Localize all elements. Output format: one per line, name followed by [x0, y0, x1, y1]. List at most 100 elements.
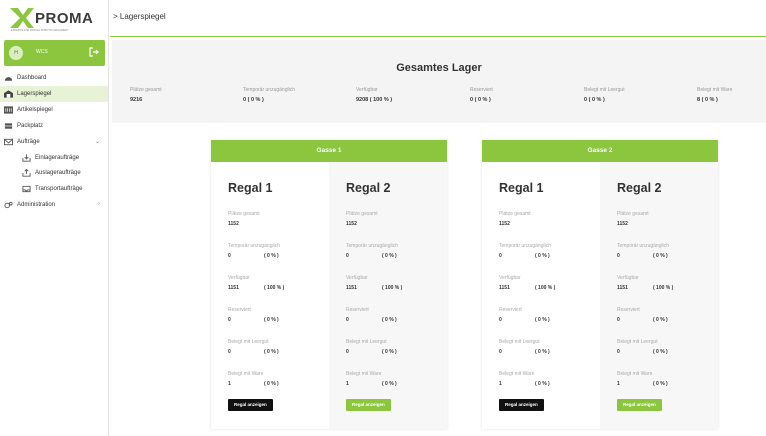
field-value: 1 [228, 381, 231, 387]
user-name: WCS [36, 49, 48, 55]
field-value: 0 [499, 317, 502, 323]
field-percent: ( 0 % ) [382, 253, 397, 259]
field-percent: ( 100 % ) [382, 285, 403, 291]
field-value: 1152 [346, 221, 357, 227]
field-values: 1 ( 0 % ) [617, 381, 718, 387]
breadcrumb[interactable]: > Lagerspiegel [113, 12, 166, 21]
summary-title: Gesamtes Lager [396, 62, 482, 74]
field-label: Verfügbar [499, 275, 521, 281]
logout-icon[interactable] [89, 47, 99, 57]
field-values: 0 ( 0 % ) [499, 253, 600, 259]
sidebar-item-label: Packplatz [17, 123, 44, 129]
field-label: Belegt mit Leergut [228, 339, 269, 345]
field-values: 1 ( 0 % ) [346, 381, 447, 387]
field-value: 1 [346, 381, 349, 387]
regal-column: Regal 2 Plätze gesamt 1152 Temporär unzugän… [600, 162, 718, 429]
sidebar-item-label: Auslageraufträge [35, 170, 81, 177]
regal-field: Plätze gesamt 1152 [228, 211, 329, 227]
field-values: 1 ( 0 % ) [499, 381, 600, 387]
show-regal-button[interactable]: Regal anzeigen [617, 399, 662, 411]
field-label: Belegt mit Leergut [617, 339, 658, 345]
regal-title: Regal 2 [617, 181, 662, 195]
field-values: 0 ( 0 % ) [617, 349, 718, 355]
field-values: 1151 ( 100 % ) [346, 285, 447, 291]
tray-icon [22, 185, 31, 193]
field-value: 1152 [499, 221, 510, 227]
box-icon [4, 122, 13, 130]
regal-column: Regal 2 Plätze gesamt 1152 Temporär unzugän… [329, 162, 447, 429]
gasse-body: Regal 1 Plätze gesamt 1152 Temporär unzugän… [482, 162, 718, 429]
field-label: Belegt mit Ware [346, 371, 382, 377]
show-regal-button[interactable]: Regal anzeigen [499, 399, 544, 411]
regal-field: Temporär unzugänglich 0 ( 0 % ) [228, 243, 329, 259]
sidebar-item-label: Artikelspiegel [17, 107, 53, 113]
regal-field: Plätze gesamt 1152 [499, 211, 600, 227]
field-values: 1152 [617, 221, 718, 227]
dashboard-icon [4, 74, 13, 82]
summary-stat: Belegt mit Ware 8 ( 0 % ) [697, 87, 732, 103]
field-percent: ( 100 % ) [264, 285, 285, 291]
field-percent: ( 0 % ) [653, 349, 668, 355]
stat-value: 0 ( 0 % ) [243, 97, 264, 103]
field-value: 0 [346, 253, 349, 259]
field-value: 0 [499, 253, 502, 259]
sidebar-item-transportaufträge[interactable]: Transportaufträge [0, 181, 108, 197]
regal-field: Belegt mit Ware 1 ( 0 % ) [499, 371, 600, 387]
chevron-right-icon[interactable]: › [98, 201, 100, 207]
field-value: 1152 [617, 221, 628, 227]
show-regal-button[interactable]: Regal anzeigen [228, 399, 273, 411]
sidebar-item-lagerspiegel[interactable]: Lagerspiegel [0, 86, 108, 102]
chevron-down-icon[interactable]: ⌄ [95, 138, 100, 145]
inbox-in-icon [22, 154, 31, 162]
field-values: 1 ( 0 % ) [228, 381, 329, 387]
sidebar-item-aufträge[interactable]: Aufträge ⌄ [0, 134, 108, 150]
field-percent: ( 0 % ) [653, 381, 668, 387]
sidebar-item-einlageraufträge[interactable]: Einlageraufträge [0, 150, 108, 166]
sidebar-item-administration[interactable]: Administration › [0, 197, 108, 213]
field-values: 1152 [228, 221, 329, 227]
gears-icon [4, 201, 13, 209]
xproma-logo[interactable]: PROMA EXPERTS FOR PARCEL ROBOTIC MACHINE… [8, 6, 102, 32]
field-label: Reserviert [499, 307, 522, 313]
regal-column: Regal 1 Plätze gesamt 1152 Temporär unzugän… [482, 162, 600, 429]
gasse-header: Gasse 1 [211, 140, 447, 162]
field-label: Temporär unzugänglich [228, 243, 280, 249]
stat-label: Belegt mit Ware [697, 87, 733, 93]
field-values: 0 ( 0 % ) [228, 349, 329, 355]
field-label: Plätze gesamt [228, 211, 260, 217]
sidebar-item-label: Transportaufträge [35, 185, 83, 192]
regal-field: Belegt mit Ware 1 ( 0 % ) [228, 371, 329, 387]
field-values: 0 ( 0 % ) [617, 253, 718, 259]
avatar[interactable]: H [9, 46, 23, 60]
field-values: 0 ( 0 % ) [228, 253, 329, 259]
field-value: 1 [499, 381, 502, 387]
stat-value: 9216 [130, 97, 143, 103]
sidebar-nav: Dashboard Lagerspiegel Artikelspiegel Packp… [0, 70, 108, 213]
field-percent: ( 0 % ) [264, 349, 279, 355]
regal-title: Regal 1 [228, 181, 273, 195]
stat-label: Plätze gesamt [130, 87, 162, 93]
field-label: Belegt mit Leergut [346, 339, 387, 345]
gasse-card: Gasse 1 Regal 1 Plätze gesamt 1152 Temporär … [211, 140, 447, 429]
field-label: Belegt mit Ware [499, 371, 535, 377]
sidebar-item-artikelspiegel[interactable]: Artikelspiegel [0, 102, 108, 118]
gasse-header: Gasse 2 [482, 140, 718, 162]
field-values: 0 ( 0 % ) [346, 253, 447, 259]
field-percent: ( 0 % ) [264, 317, 279, 323]
show-regal-button[interactable]: Regal anzeigen [346, 399, 391, 411]
regal-field: Plätze gesamt 1152 [617, 211, 718, 227]
svg-text:EXPERTS FOR PARCEL ROBOTIC MAC: EXPERTS FOR PARCEL ROBOTIC MACHINERY [11, 28, 69, 32]
svg-text:PROMA: PROMA [35, 10, 93, 27]
sidebar-item-packplatz[interactable]: Packplatz [0, 118, 108, 134]
field-label: Belegt mit Ware [228, 371, 264, 377]
regal-field: Temporär unzugänglich 0 ( 0 % ) [346, 243, 447, 259]
sidebar-item-dashboard[interactable]: Dashboard [0, 70, 108, 86]
regal-field: Belegt mit Leergut 0 ( 0 % ) [617, 339, 718, 355]
sidebar-item-label: Administration [17, 201, 56, 208]
sidebar-item-auslageraufträge[interactable]: Auslageraufträge [0, 166, 108, 182]
top-bar: > Lagerspiegel [110, 0, 766, 37]
field-percent: ( 0 % ) [382, 381, 397, 387]
field-values: 1151 ( 100 % ) [617, 285, 718, 291]
field-label: Verfügbar [228, 275, 250, 281]
field-value: 0 [228, 253, 231, 259]
